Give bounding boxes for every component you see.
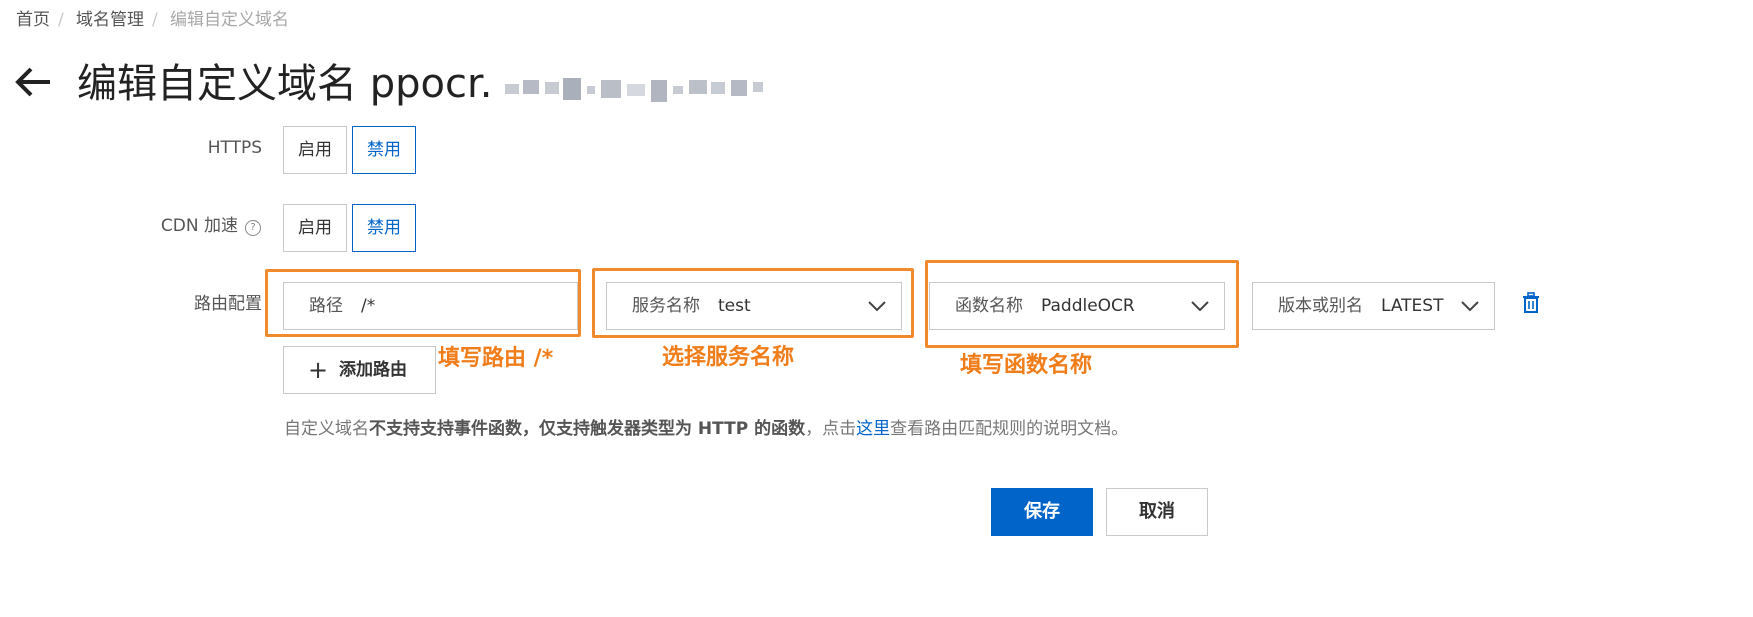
plus-icon: + [308,356,329,384]
annotation-box-path [265,269,581,337]
help-icon[interactable]: ? [245,220,261,236]
add-route-button[interactable]: + 添加路由 [283,346,436,394]
cdn-disable-button[interactable]: 禁用 [352,204,416,252]
annotation-service-text: 选择服务名称 [662,345,795,370]
add-route-label: 添加路由 [339,360,407,380]
https-label: HTTPS [207,138,262,158]
save-button[interactable]: 保存 [991,488,1093,536]
back-arrow-icon[interactable] [14,64,54,100]
docs-link[interactable]: 这里 [856,419,890,439]
cancel-button[interactable]: 取消 [1106,488,1208,536]
note-middle: ，点击 [805,419,857,439]
breadcrumb-home[interactable]: 首页 [16,8,50,32]
route-config-label: 路由配置 [194,294,262,314]
version-field-label: 版本或别名 [1278,296,1363,316]
breadcrumb-domain-management[interactable]: 域名管理 [76,8,144,32]
cdn-enable-button[interactable]: 启用 [283,204,347,252]
note-suffix: 查看路由匹配规则的说明文档。 [890,419,1129,439]
breadcrumb-separator: / [152,10,158,30]
breadcrumb-separator: / [58,10,64,30]
note-emphasis: 不支持支持事件函数，仅支持触发器类型为 HTTP 的函数 [369,419,806,439]
route-help-note: 自定义域名不支持支持事件函数，仅支持触发器类型为 HTTP 的函数，点击这里查看… [284,417,1128,441]
annotation-path-text: 填写路由 /* [438,346,554,371]
version-field-value: LATEST [1381,296,1444,316]
chevron-down-icon [1461,301,1479,312]
redacted-domain-mosaic [505,76,780,110]
version-alias-select[interactable]: 版本或别名 LATEST [1252,282,1495,330]
note-prefix: 自定义域名 [284,419,369,439]
annotation-function-text: 填写函数名称 [960,353,1093,378]
https-disable-button[interactable]: 禁用 [352,126,416,174]
annotation-box-function [925,260,1239,348]
page-title: 编辑自定义域名 ppocr. [77,61,493,107]
https-enable-button[interactable]: 启用 [283,126,347,174]
cdn-label: CDN 加速 [160,216,238,236]
trash-icon[interactable] [1521,292,1541,314]
annotation-box-service [592,268,914,338]
breadcrumb-current: 编辑自定义域名 [170,10,289,30]
